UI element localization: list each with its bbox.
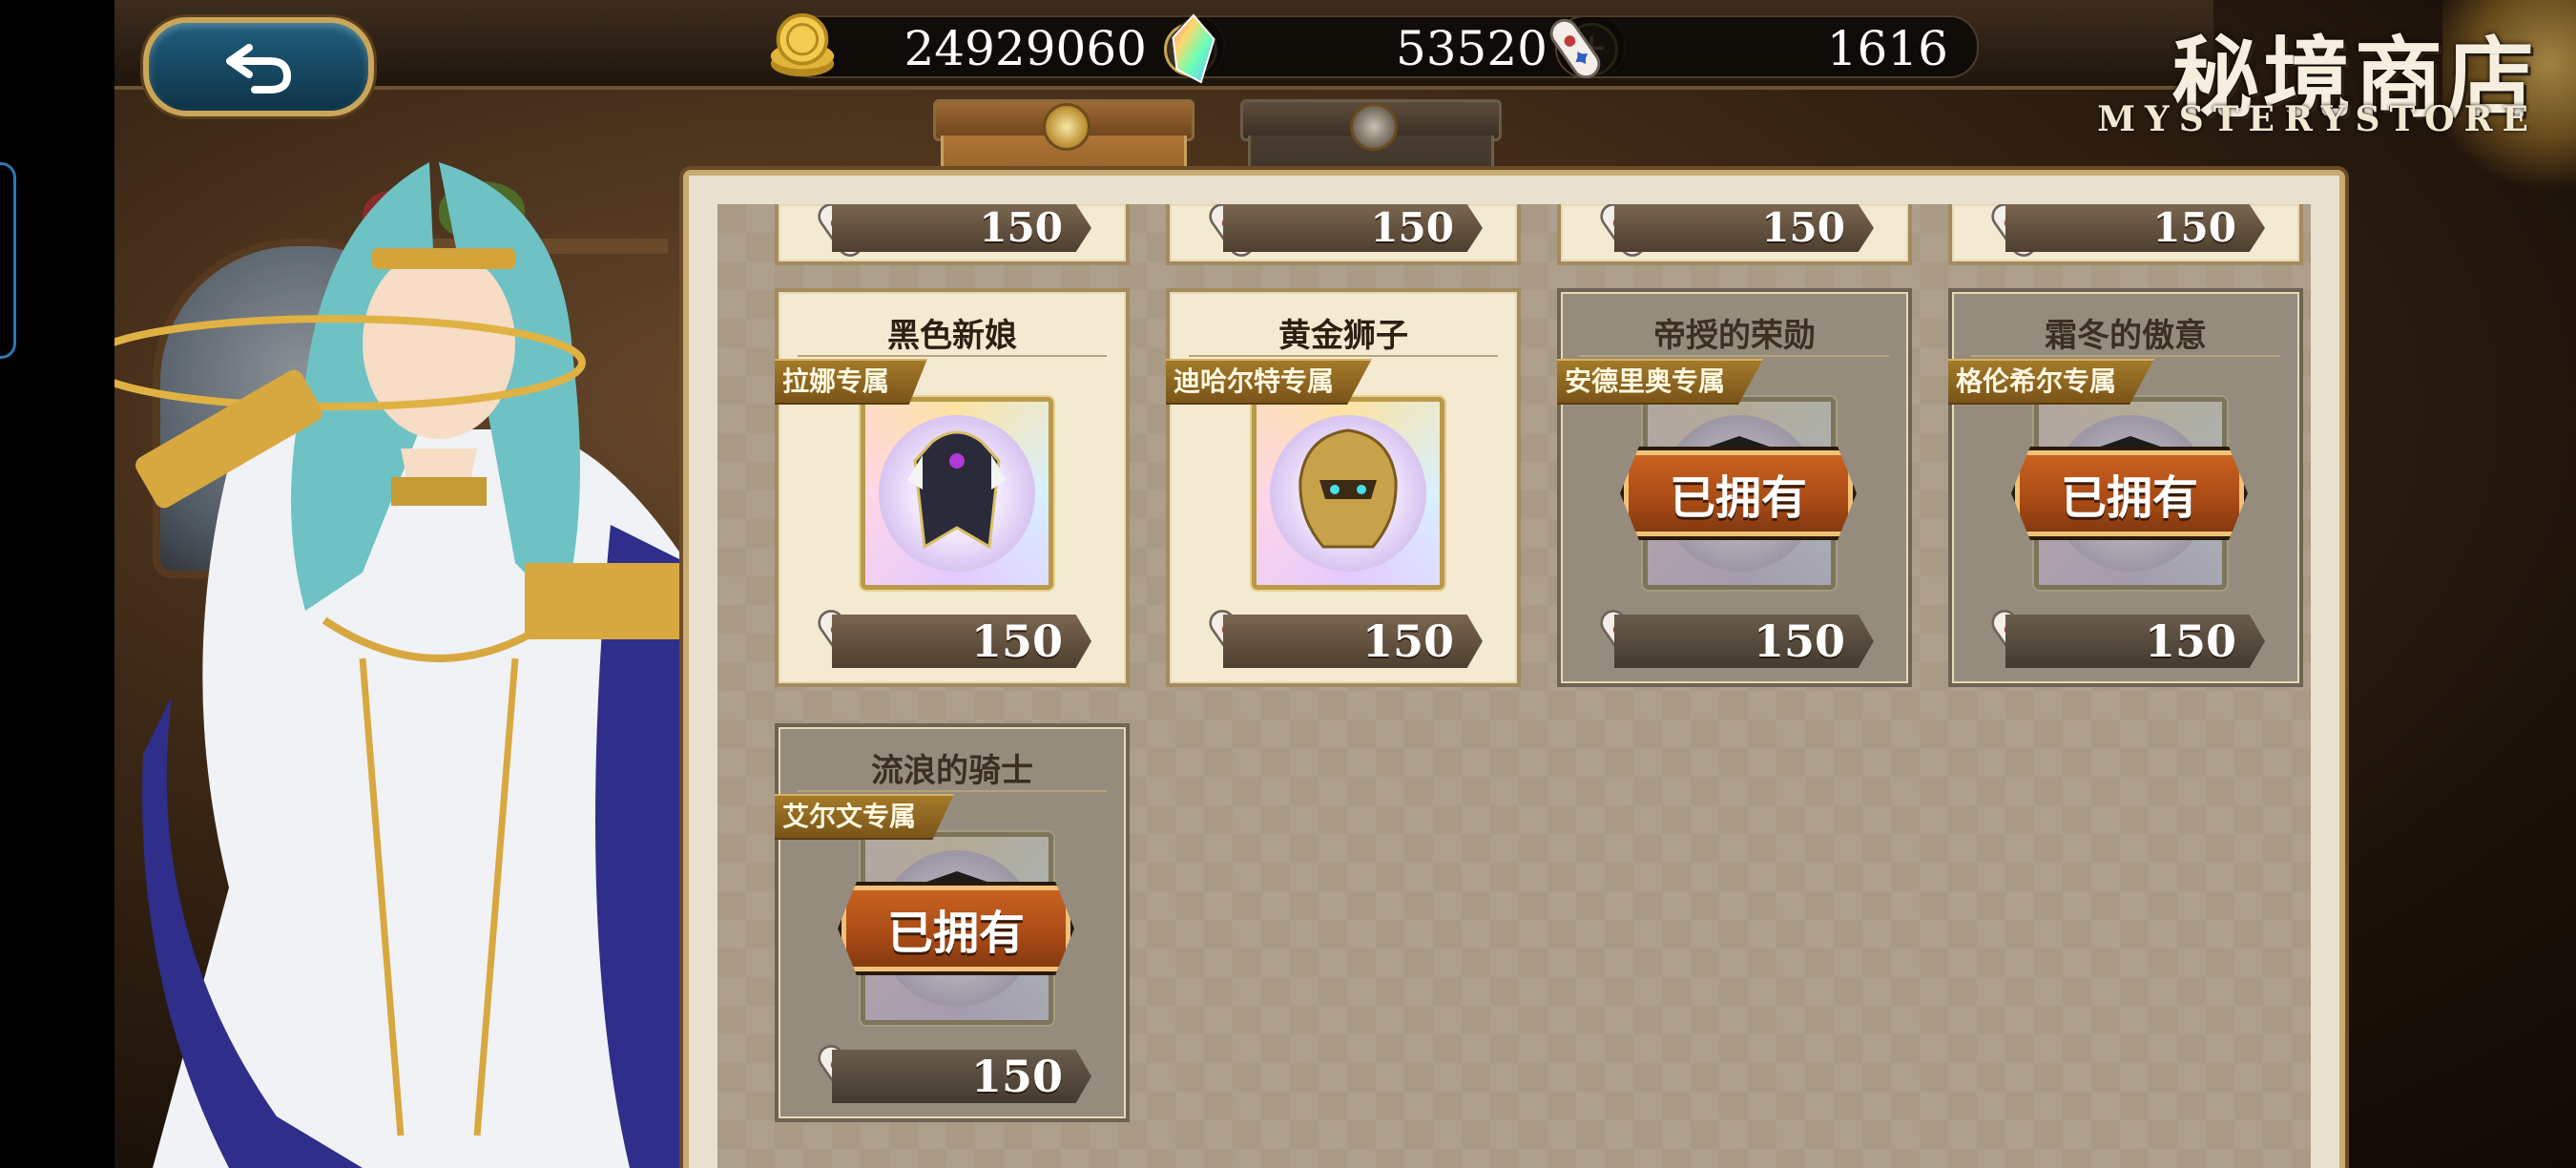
item-name: 帝授的荣勋	[1653, 317, 1816, 355]
shop-grid[interactable]: 150 150 150 150 黑色新娘 拉娜专属 150 黄金狮子 迪哈尔特专…	[717, 204, 2311, 1168]
mystery-token-icon	[1549, 18, 1601, 79]
rainbow-crystal-icon	[1172, 13, 1215, 84]
shop-card[interactable]: 黑色新娘 拉娜专属 150	[775, 288, 1130, 687]
system-edge-handle[interactable]	[0, 162, 16, 359]
exclusive-tag: 安德里奥专属	[1557, 359, 1764, 405]
shop-card[interactable]: 黄金狮子 迪哈尔特专属 150	[1166, 288, 1521, 687]
shop-card-partial[interactable]: 150	[775, 204, 1130, 265]
exclusive-tag: 艾尔文专属	[775, 794, 955, 840]
item-name: 霜冬的傲意	[2045, 317, 2207, 355]
card-price: 150	[970, 1051, 1063, 1102]
exclusive-tag: 拉娜专属	[775, 359, 928, 405]
exclusive-tag: 迪哈尔特专属	[1166, 359, 1373, 405]
game-stage: 24929060 + 53520 + 1616 秘境商店 MYSTERY	[114, 0, 2576, 1168]
item-name: 流浪的骑士	[871, 752, 1033, 790]
shop-card-owned[interactable]: 流浪的骑士 艾尔文专属 已拥有 150	[775, 723, 1130, 1122]
character-portrait	[114, 162, 687, 1168]
left-system-strip	[0, 0, 114, 1168]
card-price: 150	[1761, 204, 1845, 251]
token-currency: 1616	[1549, 15, 1979, 79]
owned-badge: 已拥有	[1620, 447, 1857, 540]
owned-badge: 已拥有	[2011, 447, 2248, 540]
card-price: 150	[1753, 615, 1845, 667]
store-subtitle: MYSTERYSTORE	[2097, 99, 2538, 139]
card-price: 150	[2152, 204, 2236, 251]
item-frame	[861, 397, 1053, 590]
shop-card-owned[interactable]: 帝授的荣勋 安德里奥专属 已拥有 150	[1557, 288, 1912, 687]
card-price: 150	[970, 615, 1063, 667]
item-name: 黄金狮子	[1278, 317, 1408, 355]
black-robe-icon	[907, 430, 1007, 550]
shop-panel: 150 150 150 150 黑色新娘 拉娜专属 150 黄金狮子 迪哈尔特专…	[683, 170, 2345, 1168]
gold-coin-icon	[770, 12, 835, 77]
card-price: 150	[2144, 615, 2236, 667]
card-price: 150	[1361, 615, 1454, 667]
back-arrow-icon	[226, 44, 291, 94]
tab-gem-icon	[1043, 103, 1091, 151]
golden-lion-helmet-icon	[1298, 428, 1398, 549]
item-frame	[1252, 397, 1444, 590]
token-amount: 1616	[1826, 21, 1948, 76]
crystal-amount: 53520	[1395, 21, 1548, 76]
shop-card-owned[interactable]: 霜冬的傲意 格伦希尔专属 已拥有 150	[1948, 288, 2303, 687]
exclusive-tag: 格伦希尔专属	[1948, 359, 2155, 405]
shop-card-partial[interactable]: 150	[1948, 204, 2303, 265]
shop-card-partial[interactable]: 150	[1166, 204, 1521, 265]
card-price: 150	[1370, 204, 1454, 251]
owned-badge: 已拥有	[838, 882, 1074, 975]
shop-card-partial[interactable]: 150	[1557, 204, 1912, 265]
item-name: 黑色新娘	[887, 317, 1017, 355]
gold-amount: 24929060	[904, 21, 1148, 76]
back-button[interactable]	[143, 17, 374, 116]
card-price: 150	[979, 204, 1063, 251]
tab-gem-icon	[1350, 103, 1398, 151]
